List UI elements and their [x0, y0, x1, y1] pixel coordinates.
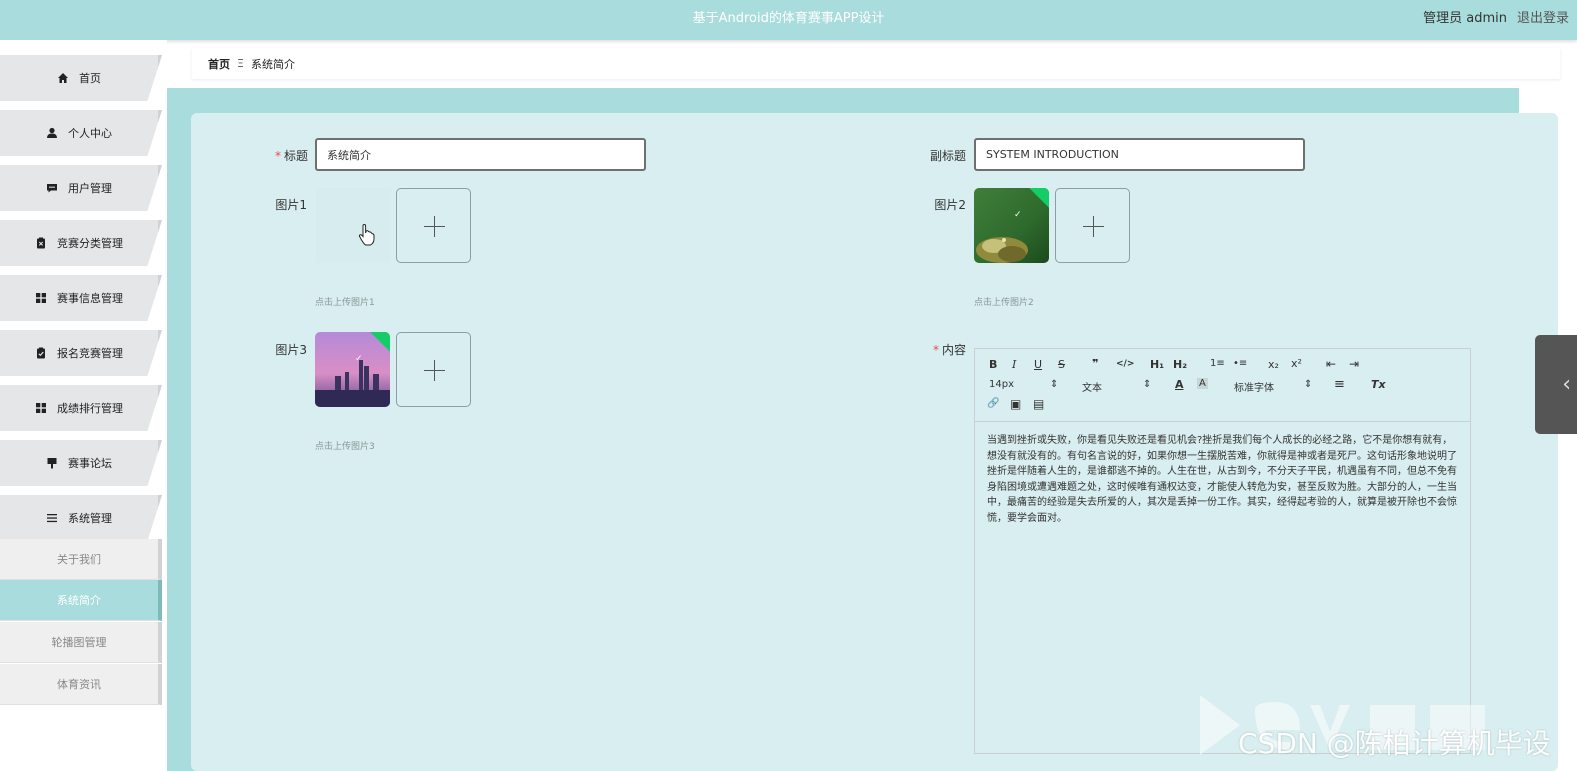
title-input[interactable]: [315, 138, 646, 171]
select-arrow-icon: ⇕: [1143, 379, 1152, 390]
submenu-carousel[interactable]: 轮播图管理: [0, 622, 162, 663]
bold-button[interactable]: B: [989, 358, 997, 371]
sidebar-item-label: 用户管理: [68, 182, 112, 195]
select-arrow-icon: ⇕: [1304, 379, 1313, 390]
drawer-toggle-button[interactable]: ‹: [1535, 335, 1577, 434]
underline-button[interactable]: U: [1034, 358, 1042, 371]
sidebar-item-registration[interactable]: 报名竞赛管理: [0, 330, 162, 376]
ordered-list-button[interactable]: 1≡: [1210, 358, 1225, 369]
clipboard-x-icon: [35, 237, 47, 249]
content-label: * 内容: [932, 343, 966, 357]
breadcrumb-home[interactable]: 首页: [208, 56, 230, 72]
hand-cursor-icon: [358, 224, 375, 246]
align-button[interactable]: ≡: [1334, 377, 1345, 392]
breadcrumb-separator: Ξ: [237, 57, 244, 70]
checkmark-icon: ✓: [1014, 210, 1022, 220]
subtitle-input[interactable]: [974, 138, 1305, 171]
h2-button[interactable]: H₂: [1173, 358, 1187, 371]
submenu-system-intro[interactable]: 系统简介: [0, 580, 162, 621]
sidebar-item-profile[interactable]: 个人中心: [0, 110, 162, 156]
quote-button[interactable]: ❞: [1092, 357, 1098, 370]
image2-hint: 点击上传图片2: [974, 298, 1034, 308]
editor-toolbar: B I U S ❞ </> H₁ H₂ 1≡ •≡ x₂ x² ⇤ ⇥ 14px…: [975, 349, 1470, 422]
sidebar-item-home[interactable]: 首页: [0, 55, 162, 101]
submenu-sports-news[interactable]: 体育资讯: [0, 664, 162, 705]
bullet-list-button[interactable]: •≡: [1233, 358, 1247, 369]
image3-hint: 点击上传图片3: [315, 442, 375, 452]
moss-photo-icon: [974, 188, 1049, 263]
chevron-left-icon: ‹: [1562, 372, 1571, 397]
menu-icon: [46, 512, 58, 524]
editor-content[interactable]: 当遇到挫折或失败，你是看见失败还是看见机会?挫折是我们每个人成长的必经之路，它不…: [987, 433, 1461, 526]
sidebar-item-label: 个人中心: [68, 127, 112, 140]
title-label: * 标题: [274, 149, 308, 163]
grid-icon: [35, 292, 47, 304]
image-button[interactable]: ▣: [1010, 397, 1021, 411]
code-button[interactable]: </>: [1116, 359, 1134, 369]
user-icon: [46, 127, 58, 139]
heading-select[interactable]: 文本: [1082, 379, 1102, 394]
image3-upload-button[interactable]: [396, 332, 471, 407]
sidebar-item-label: 赛事信息管理: [57, 292, 123, 305]
image2-upload-button[interactable]: [1055, 188, 1130, 263]
home-icon: [57, 72, 69, 84]
submenu-about-us[interactable]: 关于我们: [0, 539, 162, 580]
image3-label: 图片3: [275, 343, 307, 357]
indent-button[interactable]: ⇥: [1349, 357, 1359, 371]
subtitle-label: 副标题: [929, 149, 966, 163]
sidebar-item-users[interactable]: 用户管理: [0, 165, 162, 211]
subscript-button[interactable]: x₂: [1268, 358, 1279, 371]
text-color-button[interactable]: A: [1175, 378, 1184, 391]
outdent-button[interactable]: ⇤: [1326, 357, 1336, 371]
italic-button[interactable]: I: [1012, 358, 1016, 371]
sidebar-item-label: 成绩排行管理: [57, 402, 123, 415]
breadcrumb: 首页 Ξ 系统简介: [192, 48, 1560, 79]
chat-icon: [46, 182, 58, 194]
sidebar-item-ranking[interactable]: 成绩排行管理: [0, 385, 162, 431]
font-size-select[interactable]: 14px: [989, 379, 1014, 390]
sidebar-item-label: 赛事论坛: [68, 457, 112, 470]
select-arrow-icon: ⇕: [1050, 379, 1059, 390]
image1-hint: 点击上传图片1: [315, 298, 375, 308]
image3-thumbnail[interactable]: ✓: [315, 332, 390, 407]
city-skyline-photo-icon: [315, 332, 390, 407]
checkmark-icon: ✓: [355, 354, 363, 364]
image2-thumbnail[interactable]: ✓: [974, 188, 1049, 263]
video-button[interactable]: ▤: [1033, 397, 1044, 411]
required-mark: *: [932, 343, 939, 357]
link-button[interactable]: 🔗: [987, 398, 999, 409]
grid-icon: [35, 402, 47, 414]
clipboard-check-icon: [35, 347, 47, 359]
sidebar-item-label: 系统管理: [68, 512, 112, 525]
required-mark: *: [274, 149, 281, 163]
superscript-button[interactable]: x²: [1291, 357, 1302, 370]
current-user: 管理员 admin: [1423, 11, 1507, 26]
sidebar-item-system[interactable]: 系统管理: [0, 495, 162, 541]
sidebar-item-label: 首页: [79, 72, 101, 85]
sidebar-item-events[interactable]: 赛事信息管理: [0, 275, 162, 321]
image1-upload-button[interactable]: [396, 188, 471, 263]
sidebar-item-label: 竞赛分类管理: [57, 237, 123, 250]
forum-icon: [46, 457, 58, 469]
breadcrumb-current: 系统简介: [250, 57, 295, 71]
sidebar-item-forum[interactable]: 赛事论坛: [0, 440, 162, 486]
image2-label: 图片2: [934, 198, 966, 212]
background-color-button[interactable]: A: [1197, 378, 1208, 389]
font-family-select[interactable]: 标准字体: [1234, 379, 1274, 394]
image1-placeholder: [316, 188, 391, 263]
logout-link[interactable]: 退出登录: [1517, 7, 1569, 26]
app-title: 基于Android的体育赛事APP设计: [692, 11, 885, 26]
sidebar-item-label: 报名竞赛管理: [57, 347, 123, 360]
strikethrough-button[interactable]: S: [1058, 358, 1065, 371]
sidebar: 首页 个人中心 用户管理 竞赛分类管理 赛事信息管理 报名竞赛管理 成绩排行管理…: [0, 40, 167, 771]
image1-label: 图片1: [275, 198, 307, 212]
clean-format-button[interactable]: Tx: [1371, 378, 1386, 391]
sidebar-item-category[interactable]: 竞赛分类管理: [0, 220, 162, 266]
top-bar: 基于Android的体育赛事APP设计 管理员 admin 退出登录: [0, 0, 1577, 40]
watermark-text: CSDN @陈柏计算机毕设: [1238, 727, 1551, 760]
h1-button[interactable]: H₁: [1150, 358, 1164, 371]
